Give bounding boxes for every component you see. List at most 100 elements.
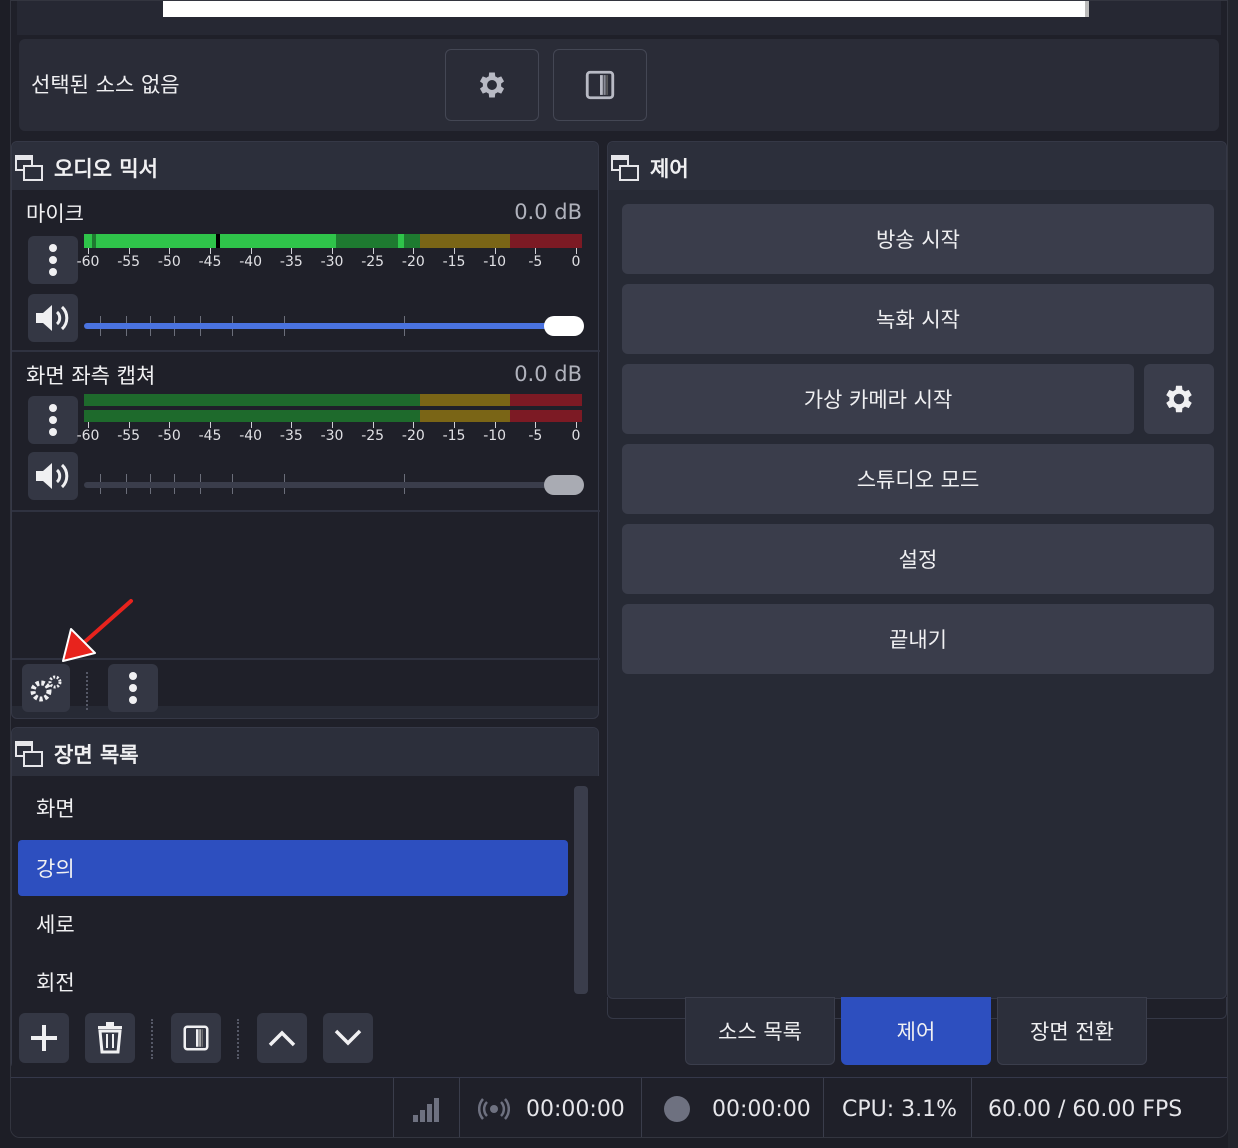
channel-db-mic: 0.0 dB: [514, 200, 582, 224]
channel-name-mic: 마이크: [26, 202, 84, 226]
meter-tick-label: -25: [361, 428, 385, 444]
meter-tick-label: -5: [528, 254, 543, 270]
preview-canvas: [163, 1, 1085, 17]
source-toolbar: 선택된 소스 없음: [19, 39, 1219, 131]
meter-tick-label: -10: [483, 254, 507, 270]
no-source-label: 선택된 소스 없음: [31, 73, 180, 97]
meter-tick-label: 0: [571, 254, 581, 270]
meter-tick-label: -30: [320, 254, 344, 270]
meter-tick-label: -10: [483, 428, 507, 444]
move-scene-down-button[interactable]: [323, 1013, 373, 1063]
meter-tick-label: -40: [239, 428, 263, 444]
scene-list-scrollbar[interactable]: [574, 786, 588, 994]
speaker-icon: [36, 305, 69, 331]
controls-dock: 제어 방송 시작 녹화 시작 가상 카메라 시작 스튜디오 모드 설정 끝내기: [607, 141, 1227, 999]
meter-tick-label: 0: [571, 428, 581, 444]
fps-readout: 60.00 / 60.00 FPS: [971, 1078, 1227, 1137]
speaker-icon: [36, 463, 69, 489]
mic-meter-scale: -60 -55 -50 -45 -40 -35 -30 -25 -20 -15 -10 -5 0: [77, 234, 582, 270]
start-virtual-camera-button[interactable]: 가상 카메라 시작: [622, 364, 1134, 434]
screen-capture-volume-slider[interactable]: [84, 482, 582, 488]
scene-item-selected[interactable]: 강의: [18, 840, 568, 896]
meter-tick-label: -55: [117, 428, 141, 444]
network-status: [393, 1078, 459, 1137]
dock-float-icon[interactable]: [14, 738, 44, 768]
controls-titlebar[interactable]: 제어: [608, 142, 1226, 190]
chevron-up-icon: [268, 1030, 296, 1047]
scene-item[interactable]: 세로: [18, 896, 568, 952]
filter-icon: [585, 70, 615, 100]
scene-item[interactable]: 화면: [18, 780, 568, 836]
channel-divider: [12, 510, 600, 512]
meter-tick-label: -60: [76, 428, 100, 444]
screen-capture-volume-handle[interactable]: [544, 475, 584, 495]
start-streaming-button[interactable]: 방송 시작: [622, 204, 1214, 274]
meter-tick-label: -55: [117, 254, 141, 270]
meter-tick-label: -35: [279, 428, 303, 444]
dock-float-icon[interactable]: [14, 152, 44, 182]
meter-tick-label: -50: [157, 254, 181, 270]
kebab-menu-icon: [49, 244, 57, 276]
screen-capture-mute-button[interactable]: [28, 452, 78, 500]
mixer-menu-button[interactable]: [108, 664, 158, 712]
signal-bars-icon: [412, 1098, 439, 1122]
source-filters-button[interactable]: [553, 49, 647, 121]
advanced-audio-properties-button[interactable]: [22, 664, 70, 712]
mic-mute-button[interactable]: [28, 294, 78, 342]
mic-volume-slider[interactable]: [84, 323, 582, 329]
add-scene-button[interactable]: [19, 1013, 69, 1063]
red-arrow-annotation: [62, 599, 133, 662]
meter-tick-label: -20: [401, 254, 425, 270]
chevron-down-icon: [334, 1029, 362, 1046]
meter-tick-label: -35: [279, 254, 303, 270]
virtual-camera-settings-button[interactable]: [1144, 364, 1214, 434]
screen-capture-menu-button[interactable]: [28, 396, 78, 444]
gears-icon: [30, 675, 62, 702]
obs-main-window: 선택된 소스 없음 오디오 믹서 마이크 0.0 dB -60 -55 -50 …: [10, 0, 1228, 1138]
meter-tick-label: -40: [239, 254, 263, 270]
preview-edge: [1085, 1, 1089, 17]
gear-icon: [1166, 385, 1192, 413]
scene-list-titlebar[interactable]: 장면 목록: [12, 728, 598, 776]
scene-list-title: 장면 목록: [54, 743, 139, 767]
gear-icon: [479, 72, 505, 98]
source-properties-button[interactable]: [445, 49, 539, 121]
mic-volume-handle[interactable]: [544, 316, 584, 336]
meter-tick-label: -45: [198, 428, 222, 444]
audio-mixer-title: 오디오 믹서: [54, 157, 158, 181]
background-window-edge: [1228, 0, 1238, 1148]
tab-sources[interactable]: 소스 목록: [685, 997, 835, 1065]
record-status: 00:00:00: [641, 1078, 823, 1137]
settings-button[interactable]: 설정: [622, 524, 1214, 594]
record-time: 00:00:00: [712, 1096, 811, 1122]
tab-controls[interactable]: 제어: [841, 997, 991, 1065]
meter-tick-label: -15: [442, 254, 466, 270]
remove-scene-button[interactable]: [85, 1013, 135, 1063]
kebab-menu-icon: [129, 672, 137, 704]
meter-tick-label: -25: [361, 254, 385, 270]
stream-status: 00:00:00: [459, 1078, 641, 1137]
controls-title: 제어: [650, 157, 689, 181]
dock-float-icon[interactable]: [610, 152, 640, 182]
tab-transitions[interactable]: 장면 전환: [997, 997, 1147, 1065]
move-scene-up-button[interactable]: [257, 1013, 307, 1063]
screen-capture-meter-scale: -60 -55 -50 -45 -40 -35 -30 -25 -20 -15 -10 -5 0: [77, 408, 582, 444]
meter-tick-label: -20: [401, 428, 425, 444]
meter-tick-label: -45: [198, 254, 222, 270]
stream-time: 00:00:00: [526, 1096, 625, 1122]
exit-button[interactable]: 끝내기: [622, 604, 1214, 674]
studio-mode-button[interactable]: 스튜디오 모드: [622, 444, 1214, 514]
toolbar-separator: [237, 1019, 239, 1059]
mic-menu-button[interactable]: [28, 236, 78, 284]
scene-item[interactable]: 회전: [18, 954, 568, 1010]
toolbar-separator: [151, 1019, 153, 1059]
meter-tick-label: -15: [442, 428, 466, 444]
audio-mixer-titlebar[interactable]: 오디오 믹서: [12, 142, 598, 190]
start-recording-button[interactable]: 녹화 시작: [622, 284, 1214, 354]
status-bar: 00:00:00 00:00:00 CPU: 3.1% 60.00 / 60.0…: [11, 1077, 1227, 1137]
meter-tick-label: -50: [157, 428, 181, 444]
channel-db-screen-capture: 0.0 dB: [514, 362, 582, 386]
kebab-menu-icon: [49, 404, 57, 436]
channel-name-screen-capture: 화면 좌측 캡쳐: [26, 364, 156, 388]
scene-filters-button[interactable]: [171, 1013, 221, 1063]
